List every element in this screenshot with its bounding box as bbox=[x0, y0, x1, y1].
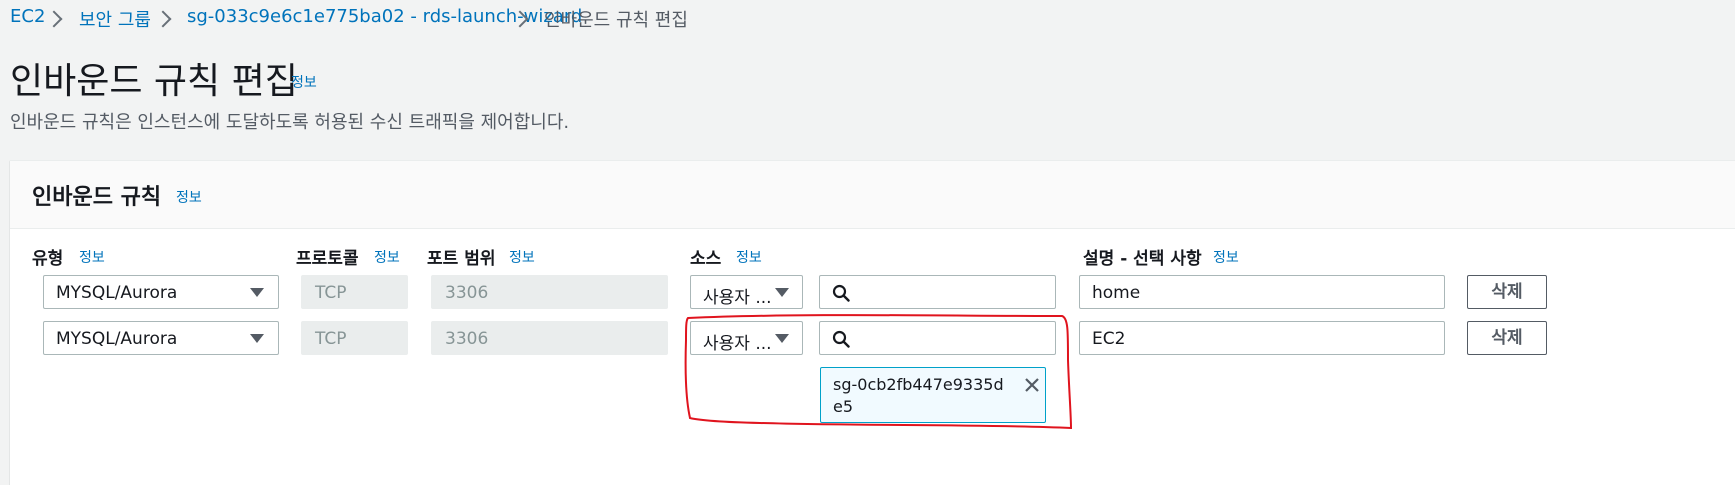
port-value: 3306 bbox=[445, 329, 489, 349]
source-type-value: 사용자 ... bbox=[703, 334, 772, 354]
delete-button[interactable]: 삭제 bbox=[1467, 275, 1547, 309]
source-search-input[interactable] bbox=[819, 321, 1056, 355]
column-description-info[interactable]: 정보 bbox=[1213, 247, 1239, 267]
chevron-right-icon bbox=[154, 10, 172, 28]
protocol-value: TCP bbox=[315, 329, 347, 349]
type-select-value: MYSQL/Aurora bbox=[56, 329, 178, 349]
column-type-info[interactable]: 정보 bbox=[79, 247, 105, 267]
column-type-label: 유형 bbox=[32, 249, 64, 269]
column-source-info[interactable]: 정보 bbox=[736, 247, 762, 267]
column-port-info[interactable]: 정보 bbox=[509, 247, 535, 267]
delete-button[interactable]: 삭제 bbox=[1467, 321, 1547, 355]
breadcrumb-ec2[interactable]: EC2 bbox=[10, 6, 45, 27]
protocol-field: TCP bbox=[301, 321, 408, 355]
column-source-label: 소스 bbox=[690, 249, 722, 269]
port-range-field: 3306 bbox=[431, 275, 668, 309]
source-token-value: sg-0cb2fb447e9335de5 bbox=[833, 375, 1004, 416]
source-type-select[interactable]: 사용자 ... bbox=[690, 275, 803, 309]
description-value: home bbox=[1092, 283, 1141, 303]
column-port-label: 포트 범위 bbox=[427, 249, 496, 269]
source-search-input[interactable] bbox=[819, 275, 1056, 309]
type-select[interactable]: MYSQL/Aurora bbox=[43, 275, 279, 309]
chevron-right-icon bbox=[45, 10, 63, 28]
panel-title: 인바운드 규칙 bbox=[32, 185, 162, 210]
source-type-select[interactable]: 사용자 ... bbox=[690, 321, 803, 355]
port-range-field: 3306 bbox=[431, 321, 668, 355]
page-description: 인바운드 규칙은 인스턴스에 도달하도록 허용된 수신 트래픽을 제어합니다. bbox=[10, 112, 570, 133]
column-protocol-label: 프로토콜 bbox=[296, 249, 359, 269]
source-type-value: 사용자 ... bbox=[703, 288, 772, 308]
port-value: 3306 bbox=[445, 283, 489, 303]
caret-down-icon bbox=[250, 288, 264, 297]
type-select-value: MYSQL/Aurora bbox=[56, 283, 178, 303]
caret-down-icon bbox=[775, 288, 789, 297]
close-icon[interactable] bbox=[1024, 377, 1040, 393]
breadcrumb-security-groups[interactable]: 보안 그룹 bbox=[79, 6, 151, 32]
caret-down-icon bbox=[775, 334, 789, 343]
column-description-label: 설명 - 선택 사항 bbox=[1083, 249, 1202, 269]
description-value: EC2 bbox=[1092, 329, 1126, 349]
breadcrumb-current: 인바운드 규칙 편집 bbox=[544, 10, 688, 31]
protocol-field: TCP bbox=[301, 275, 408, 309]
page-info-link[interactable]: 정보 bbox=[291, 72, 317, 92]
source-token: sg-0cb2fb447e9335de5 bbox=[820, 367, 1046, 423]
description-input[interactable]: home bbox=[1079, 275, 1445, 309]
search-icon bbox=[832, 330, 850, 348]
protocol-value: TCP bbox=[315, 283, 347, 303]
panel-header bbox=[10, 161, 1735, 229]
description-input[interactable]: EC2 bbox=[1079, 321, 1445, 355]
type-select[interactable]: MYSQL/Aurora bbox=[43, 321, 279, 355]
page-title: 인바운드 규칙 편집 bbox=[10, 61, 298, 102]
caret-down-icon bbox=[250, 334, 264, 343]
column-protocol-info[interactable]: 정보 bbox=[374, 247, 400, 267]
search-icon bbox=[832, 284, 850, 302]
panel-info-link[interactable]: 정보 bbox=[176, 187, 202, 207]
